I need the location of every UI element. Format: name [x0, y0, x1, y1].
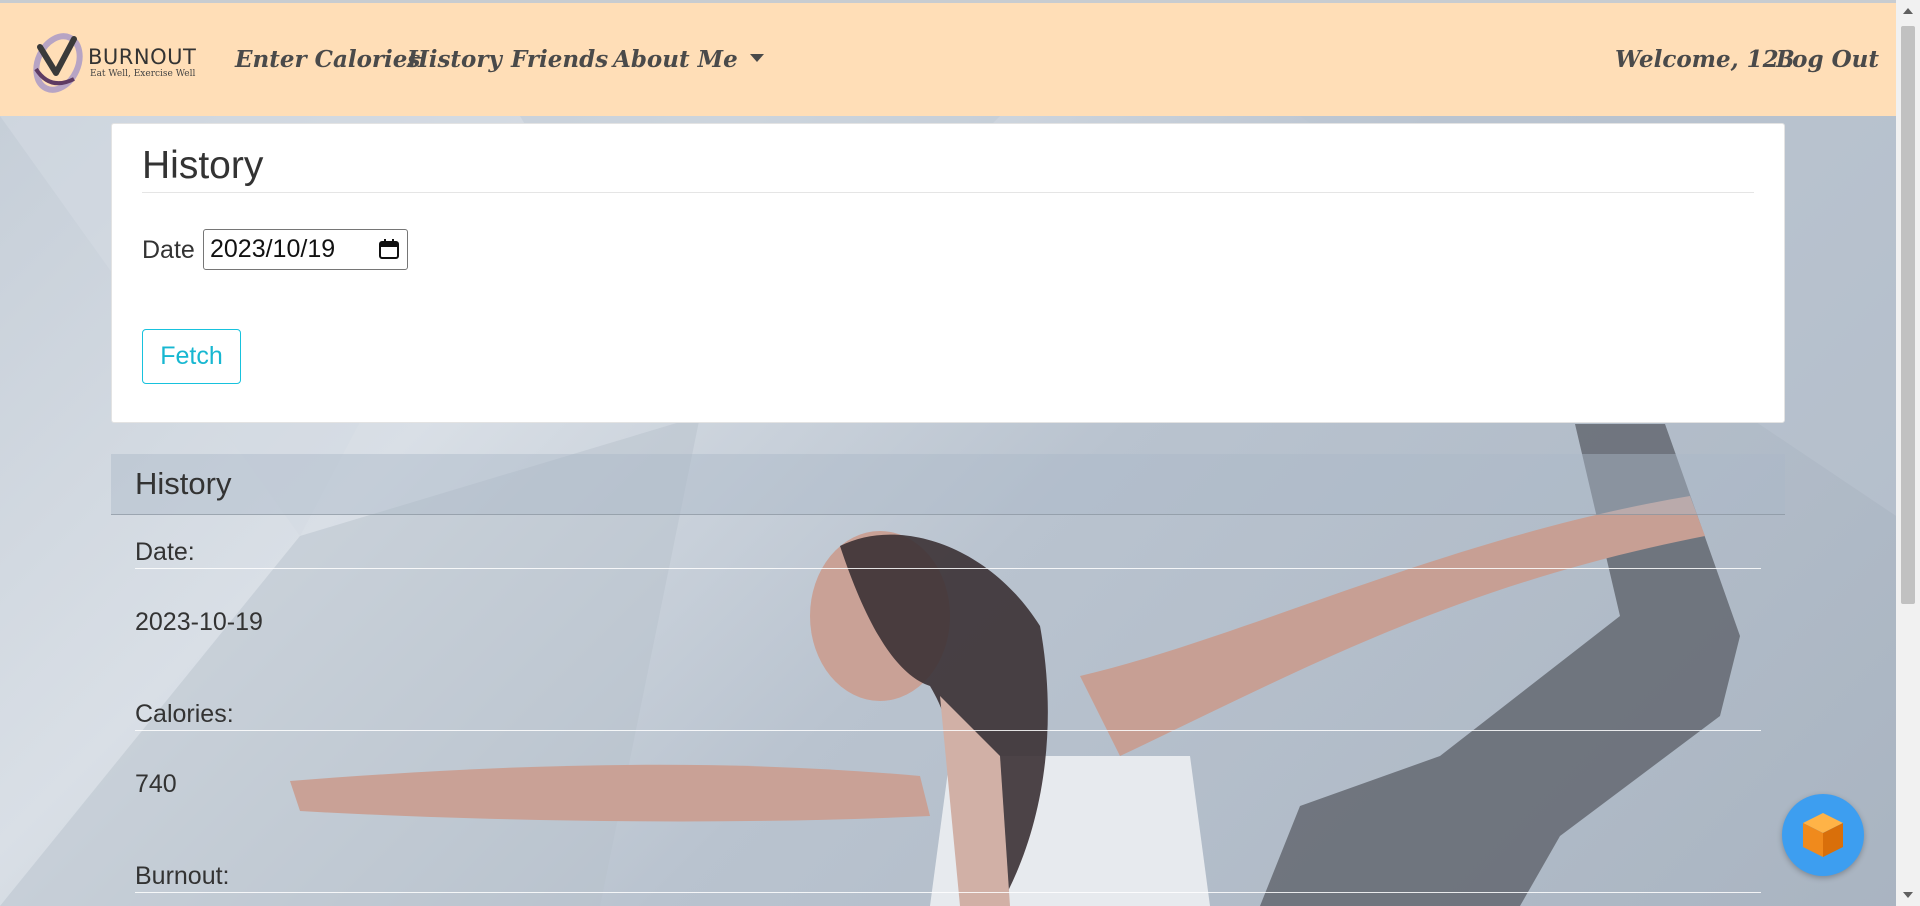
date-label: Date — [142, 236, 195, 264]
vertical-scrollbar[interactable] — [1896, 0, 1920, 906]
divider — [135, 730, 1761, 731]
calories-field-value: 740 — [135, 770, 177, 798]
page-title: History — [142, 144, 264, 187]
divider — [135, 892, 1761, 893]
date-input-value: 2023/10/19 — [210, 235, 336, 263]
nav-about-me-dropdown[interactable]: About Me — [613, 46, 764, 73]
logout-link[interactable]: Log Out — [1776, 46, 1879, 73]
top-navbar: BURNOUT Eat Well, Exercise Well Enter Ca… — [0, 0, 1896, 116]
date-field-value: 2023-10-19 — [135, 608, 263, 636]
history-results-panel: History Date: 2023-10-19 Calories: 740 B… — [111, 454, 1785, 906]
scroll-up-arrow-icon[interactable] — [1903, 8, 1913, 14]
chat-cube-icon — [1803, 813, 1843, 857]
nav-enter-calories[interactable]: Enter Calories — [235, 46, 420, 73]
chevron-down-icon — [749, 54, 764, 62]
nav-about-me-label: About Me — [613, 46, 738, 73]
date-input[interactable]: 2023/10/19 — [203, 229, 408, 270]
nav-history[interactable]: History — [407, 46, 502, 73]
logo-tagline: Eat Well, Exercise Well — [90, 69, 196, 79]
welcome-text: Welcome, 123 — [1615, 46, 1795, 73]
divider — [135, 568, 1761, 569]
history-panel-title: History — [135, 466, 232, 501]
logo-icon — [33, 33, 83, 93]
calendar-icon[interactable] — [379, 239, 399, 259]
burnout-field-label: Burnout: — [135, 862, 230, 890]
date-field-label: Date: — [135, 538, 195, 566]
history-query-card: History Date 2023/10/19 Fetch — [111, 123, 1785, 423]
nav-friends[interactable]: Friends — [511, 46, 608, 73]
scrollbar-thumb[interactable] — [1901, 26, 1915, 604]
fetch-button[interactable]: Fetch — [142, 329, 241, 384]
history-panel-header: History — [111, 454, 1785, 515]
chat-widget-button[interactable] — [1782, 794, 1864, 876]
brand-logo[interactable]: BURNOUT Eat Well, Exercise Well — [30, 29, 197, 95]
logo-title: BURNOUT — [88, 45, 197, 69]
scroll-down-arrow-icon[interactable] — [1903, 892, 1913, 898]
divider — [142, 192, 1754, 193]
calories-field-label: Calories: — [135, 700, 234, 728]
